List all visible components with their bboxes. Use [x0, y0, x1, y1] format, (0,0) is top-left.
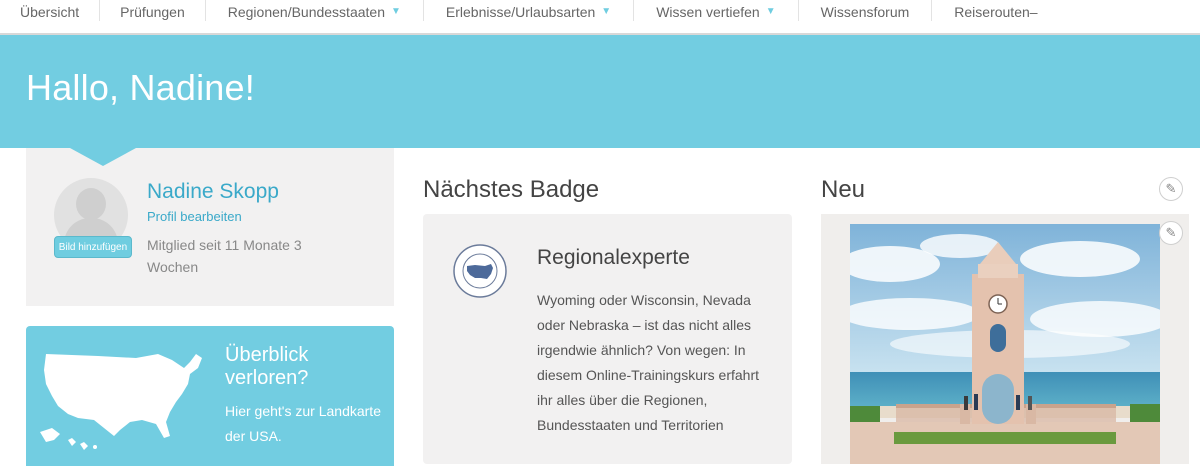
nav-item-label: Wissen vertiefen — [656, 4, 760, 20]
nav-item-label: Regionen/Bundesstaaten — [227, 4, 385, 20]
edit-profile-link[interactable]: Profil bearbeiten — [147, 209, 242, 224]
member-since: Mitglied seit 11 Monate 3 Wochen — [147, 237, 302, 275]
greeting-banner: Hallo, Nadine! — [0, 35, 1200, 148]
nav-item-label: Erlebnisse/Urlaubsarten — [445, 4, 596, 20]
profile-name[interactable]: Nadine Skopp — [147, 180, 279, 204]
nav-item-label: Reiserouten– — [954, 4, 1038, 20]
nav-item-wissen-vertiefen[interactable]: Wissen vertiefen ▼ — [634, 0, 799, 21]
nav-item-label: Prüfungen — [120, 4, 185, 20]
top-navigation: Übersicht Prüfungen Regionen/Bundesstaat… — [0, 0, 1200, 35]
nav-item-reiserouten[interactable]: Reiserouten– — [932, 0, 1059, 21]
nav-item-label: Wissensforum — [820, 4, 910, 20]
pencil-icon[interactable]: ✎ — [1159, 221, 1183, 245]
chevron-down-icon: ▼ — [601, 6, 612, 17]
nav-item-label: Übersicht — [20, 4, 80, 20]
pencil-icon[interactable]: ✎ — [1159, 177, 1183, 201]
badge-description: Wyoming oder Wisconsin, Nevada oder Nebr… — [537, 292, 760, 433]
pointer-notch — [70, 148, 136, 166]
nav-item-pruefungen[interactable]: Prüfungen — [100, 0, 206, 21]
profile-card: Bild hinzufügen Nadine Skopp Profil bear… — [26, 148, 394, 306]
map-overview-card[interactable]: Überblick verloren? Hier geht's zur Land… — [26, 326, 394, 466]
nav-item-uebersicht[interactable]: Übersicht — [0, 0, 101, 21]
chevron-down-icon: ▼ — [765, 6, 776, 17]
add-photo-button[interactable]: Bild hinzufügen — [54, 236, 132, 258]
new-content-card[interactable]: ✎ — [821, 214, 1189, 464]
badge-name: Regionalexperte — [537, 246, 690, 269]
nav-item-erlebnisse[interactable]: Erlebnisse/Urlaubsarten ▼ — [424, 0, 635, 21]
map-card-text: Hier geht's zur Landkarte der USA. — [225, 403, 381, 444]
badge-card[interactable]: Regionalexperte Wyoming oder Wisconsin, … — [423, 214, 792, 464]
map-card-title: Überblick verloren? — [225, 344, 309, 389]
new-heading: Neu — [821, 176, 866, 203]
next-badge-heading: Nächstes Badge — [423, 176, 600, 203]
nav-item-wissensforum[interactable]: Wissensforum — [799, 0, 933, 21]
greeting-title: Hallo, Nadine! — [26, 67, 255, 108]
regional-expert-badge-icon — [453, 244, 507, 298]
clock-tower-photo[interactable] — [850, 224, 1160, 464]
nav-item-regionen[interactable]: Regionen/Bundesstaaten ▼ — [206, 0, 424, 21]
chevron-down-icon: ▼ — [390, 6, 401, 17]
usa-map-icon — [40, 354, 202, 450]
avatar-head — [76, 188, 106, 220]
